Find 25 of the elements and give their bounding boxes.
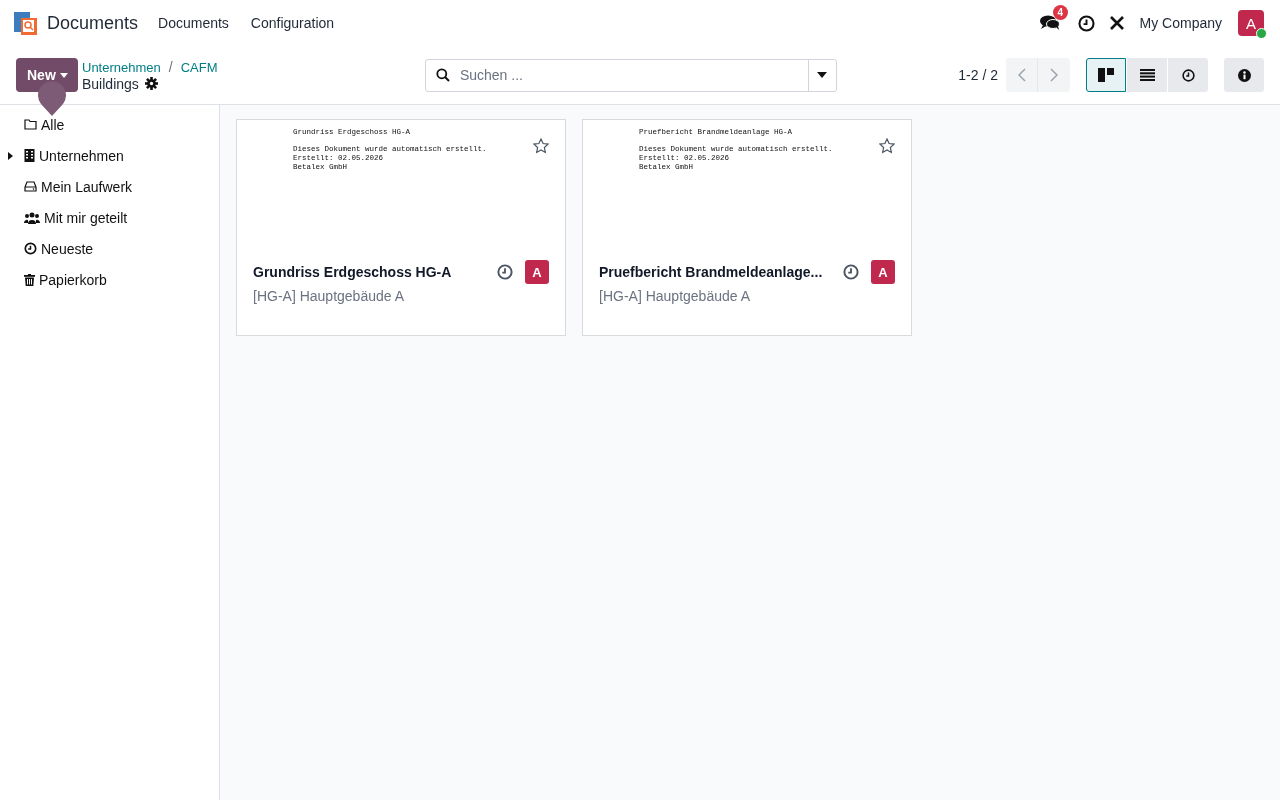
user-avatar[interactable]: A	[1238, 10, 1264, 36]
menu-item[interactable]: Documents	[158, 15, 229, 31]
document-name: Grundriss Erdgeschoss HG-A	[253, 264, 453, 280]
document-folder: [HG-A] Hauptgebäude A	[252, 287, 405, 304]
search-field[interactable]: Suchen ...	[424, 58, 837, 92]
sidebar-item[interactable]: Mein Laufwerk	[0, 171, 219, 202]
sidebar-item[interactable]: Mit mir geteilt	[0, 202, 219, 233]
sidebar-item[interactable]: Unternehmen	[0, 140, 219, 171]
pager-value[interactable]: 1-2 / 2	[958, 67, 998, 83]
owner-avatar[interactable]: A	[871, 260, 895, 284]
document-name: Pruefbericht Brandmeldeanlage...	[599, 264, 824, 280]
menu-item[interactable]: Configuration	[250, 15, 335, 31]
sidebar-item[interactable]: Alle	[0, 109, 219, 140]
page-title: Buildings	[82, 75, 139, 92]
document-folder: [HG-A] Hauptgebäude A	[598, 287, 751, 304]
breadcrumb-link[interactable]: CAFM	[180, 59, 218, 75]
notification-badge: 4	[1052, 5, 1069, 20]
company-name[interactable]: My Company	[1139, 15, 1222, 31]
breadcrumb-separator: /	[168, 58, 173, 75]
app-name[interactable]: Documents	[47, 12, 139, 34]
new-button[interactable]: New	[16, 58, 78, 92]
breadcrumb-link[interactable]: Unternehmen	[82, 59, 161, 75]
sidebar-item[interactable]: Papierkorb	[0, 264, 219, 295]
owner-avatar[interactable]: A	[525, 260, 549, 284]
sidebar-item[interactable]: Neueste	[0, 233, 219, 264]
